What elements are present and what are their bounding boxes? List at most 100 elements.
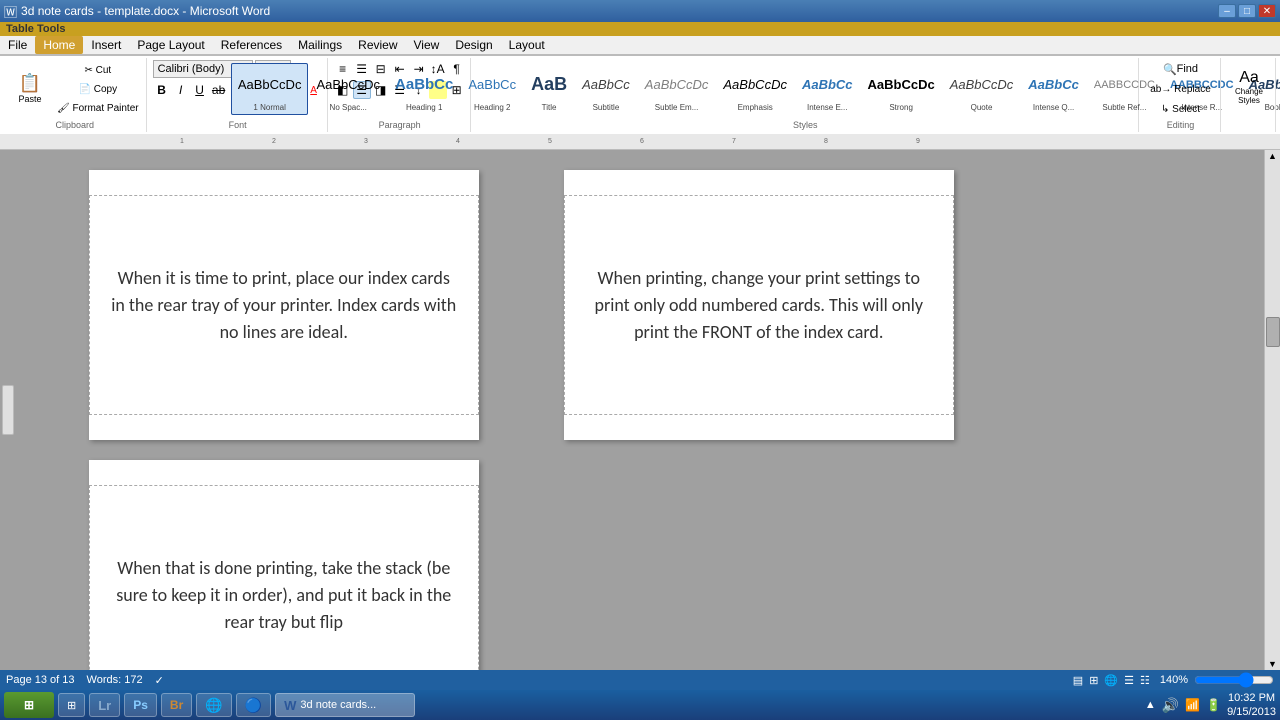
maximize-button[interactable]: □ <box>1238 4 1256 18</box>
word-taskbar-label: 3d note cards... <box>300 699 376 711</box>
view-fullscreen-icon[interactable]: ⊞ <box>1089 674 1098 687</box>
style-strong[interactable]: AaBbCcDc Strong <box>861 63 942 115</box>
view-outline-icon[interactable]: ☰ <box>1124 674 1134 687</box>
change-styles-button[interactable]: Aa Change Styles <box>1227 60 1271 114</box>
tab-layout[interactable]: Layout <box>501 36 553 54</box>
card-text-2[interactable]: When printing, change your print setting… <box>585 265 933 346</box>
card-wrapper-1: When it is time to print, place our inde… <box>165 160 403 450</box>
card-outer-3[interactable]: When that is done printing, take the sta… <box>89 460 479 670</box>
taskbar-word[interactable]: W 3d note cards... <box>275 693 415 717</box>
replace-button[interactable]: ab→ Replace <box>1147 80 1214 98</box>
view-draft-icon[interactable]: ☷ <box>1140 674 1150 687</box>
tab-insert[interactable]: Insert <box>83 36 129 54</box>
card-wrapper-4-empty <box>640 450 878 670</box>
style-title[interactable]: AaB Title <box>524 63 574 115</box>
scroll-thumb[interactable] <box>1266 317 1280 347</box>
format-painter-button[interactable]: 🖌 Format Painter <box>54 99 142 117</box>
style-quote-preview: AaBbCcDc <box>950 66 1014 103</box>
style-heading1[interactable]: AaBbCc Heading 1 <box>388 63 460 115</box>
font-label: Font <box>229 120 247 130</box>
style-subtle-em[interactable]: AaBbCcDc Subtle Em... <box>638 63 716 115</box>
tab-home[interactable]: Home <box>35 36 83 54</box>
taskbar: ⊞ ⊞ Lr Ps Br 🌐 🔵 W 3d note cards... ▲ 🔊 … <box>0 690 1280 720</box>
bold-button[interactable]: B <box>153 81 171 99</box>
cards-grid: When it is time to print, place our inde… <box>165 160 1115 670</box>
clipboard-group: 📋 Paste ✂ Cut 📄 Copy 🖌 Format Painter Cl… <box>4 58 147 132</box>
battery-icon[interactable]: 🔋 <box>1206 698 1221 712</box>
volume-icon[interactable]: 🔊 <box>1162 697 1179 714</box>
find-button[interactable]: 🔍 Find <box>1147 60 1214 78</box>
taskbar-bridge[interactable]: Br <box>161 693 192 717</box>
taskbar-lightroom[interactable]: Lr <box>89 693 120 717</box>
tab-file[interactable]: File <box>0 36 35 54</box>
style-intense-q[interactable]: AaBbCc Intense Q... <box>1021 63 1086 115</box>
style-heading1-preview: AaBbCc <box>395 66 453 103</box>
taskbar-chrome[interactable]: 🔵 <box>236 693 271 717</box>
taskbar-photoshop[interactable]: Ps <box>124 693 157 717</box>
document-area: When it is time to print, place our inde… <box>0 150 1280 670</box>
tab-design[interactable]: Design <box>447 36 500 54</box>
taskbar-firefox[interactable]: 🌐 <box>196 693 231 717</box>
copy-button[interactable]: 📄 Copy <box>54 80 142 98</box>
vertical-scrollbar[interactable]: ▲ ▼ <box>1264 150 1280 670</box>
tab-mailings[interactable]: Mailings <box>290 36 350 54</box>
scroll-down-arrow[interactable]: ▼ <box>1268 659 1277 669</box>
network-icon[interactable]: 📶 <box>1185 698 1200 712</box>
start-button[interactable]: ⊞ <box>4 692 54 718</box>
taskbar-clock: 10:32 PM 9/15/2013 <box>1227 691 1276 720</box>
tab-review[interactable]: Review <box>350 36 405 54</box>
style-emphasis[interactable]: AaBbCcDc Emphasis <box>716 63 794 115</box>
italic-button[interactable]: I <box>172 81 190 99</box>
card-text-1[interactable]: When it is time to print, place our inde… <box>110 265 458 346</box>
style-intense-em[interactable]: AaBbCc Intense E... <box>795 63 860 115</box>
tab-page-layout[interactable]: Page Layout <box>129 36 212 54</box>
tab-references[interactable]: References <box>213 36 290 54</box>
scroll-up-arrow[interactable]: ▲ <box>1268 151 1277 161</box>
style-no-spacing[interactable]: AaBbCcDc No Spac... <box>309 63 387 115</box>
strikethrough-button[interactable]: ab <box>210 81 228 99</box>
clipboard-label: Clipboard <box>56 120 95 130</box>
style-heading2[interactable]: AaBbCc Heading 2 <box>461 63 523 115</box>
tab-view[interactable]: View <box>406 36 448 54</box>
paste-button[interactable]: 📋 Paste <box>8 62 52 116</box>
paste-icon: 📋 <box>19 74 41 92</box>
zoom-slider[interactable] <box>1194 674 1274 686</box>
underline-button[interactable]: U <box>191 81 209 99</box>
styles-group: AaBbCcDc 1 Normal AaBbCcDc No Spac... Aa… <box>473 58 1139 132</box>
select-button[interactable]: ↳ Select <box>1147 100 1214 118</box>
taskbar-explorer[interactable]: ⊞ <box>58 693 85 717</box>
left-scroll-handle[interactable] <box>2 385 14 435</box>
style-normal[interactable]: AaBbCcDc 1 Normal <box>231 63 309 115</box>
card-inner-3: When that is done printing, take the sta… <box>89 485 479 670</box>
style-subtitle-label: Subtitle <box>593 103 620 112</box>
style-subtle-em-label: Subtle Em... <box>655 103 699 112</box>
card-outer-2[interactable]: When printing, change your print setting… <box>564 170 954 440</box>
title-bar-controls[interactable]: – □ ✕ <box>1218 4 1276 18</box>
cut-button[interactable]: ✂ Cut <box>54 61 142 79</box>
tray-arrow-icon[interactable]: ▲ <box>1145 699 1156 711</box>
style-subtle-em-preview: AaBbCcDc <box>645 66 709 103</box>
status-right: ▤ ⊞ 🌐 ☰ ☷ 140% <box>1073 674 1274 687</box>
table-tools-label: Table Tools <box>6 23 66 35</box>
word-taskbar-icon: W <box>284 698 296 713</box>
style-intense-q-label: Intense Q... <box>1033 103 1074 112</box>
editing-label: Editing <box>1167 120 1195 130</box>
taskbar-tray: ▲ 🔊 📶 🔋 10:32 PM 9/15/2013 <box>1145 691 1276 720</box>
style-no-spacing-preview: AaBbCcDc <box>316 66 380 103</box>
style-heading2-label: Heading 2 <box>474 103 510 112</box>
ribbon: 📋 Paste ✂ Cut 📄 Copy 🖌 Format Painter Cl… <box>0 56 1280 134</box>
explorer-icon: ⊞ <box>67 699 76 712</box>
title-bar: 🅆 3d note cards - template.docx - Micros… <box>0 0 1280 22</box>
card-outer-1[interactable]: When it is time to print, place our inde… <box>89 170 479 440</box>
card-text-3[interactable]: When that is done printing, take the sta… <box>110 555 458 636</box>
view-web-icon[interactable]: 🌐 <box>1104 674 1118 687</box>
view-normal-icon[interactable]: ▤ <box>1073 674 1083 687</box>
chrome-icon: 🔵 <box>245 697 262 714</box>
close-button[interactable]: ✕ <box>1258 4 1276 18</box>
paragraph-label: Paragraph <box>379 120 421 130</box>
style-title-preview: AaB <box>531 66 567 103</box>
style-subtitle[interactable]: AaBbCc Subtitle <box>575 63 637 115</box>
minimize-button[interactable]: – <box>1218 4 1236 18</box>
style-quote[interactable]: AaBbCcDc Quote <box>943 63 1021 115</box>
word-count: Words: 172 <box>87 674 143 686</box>
